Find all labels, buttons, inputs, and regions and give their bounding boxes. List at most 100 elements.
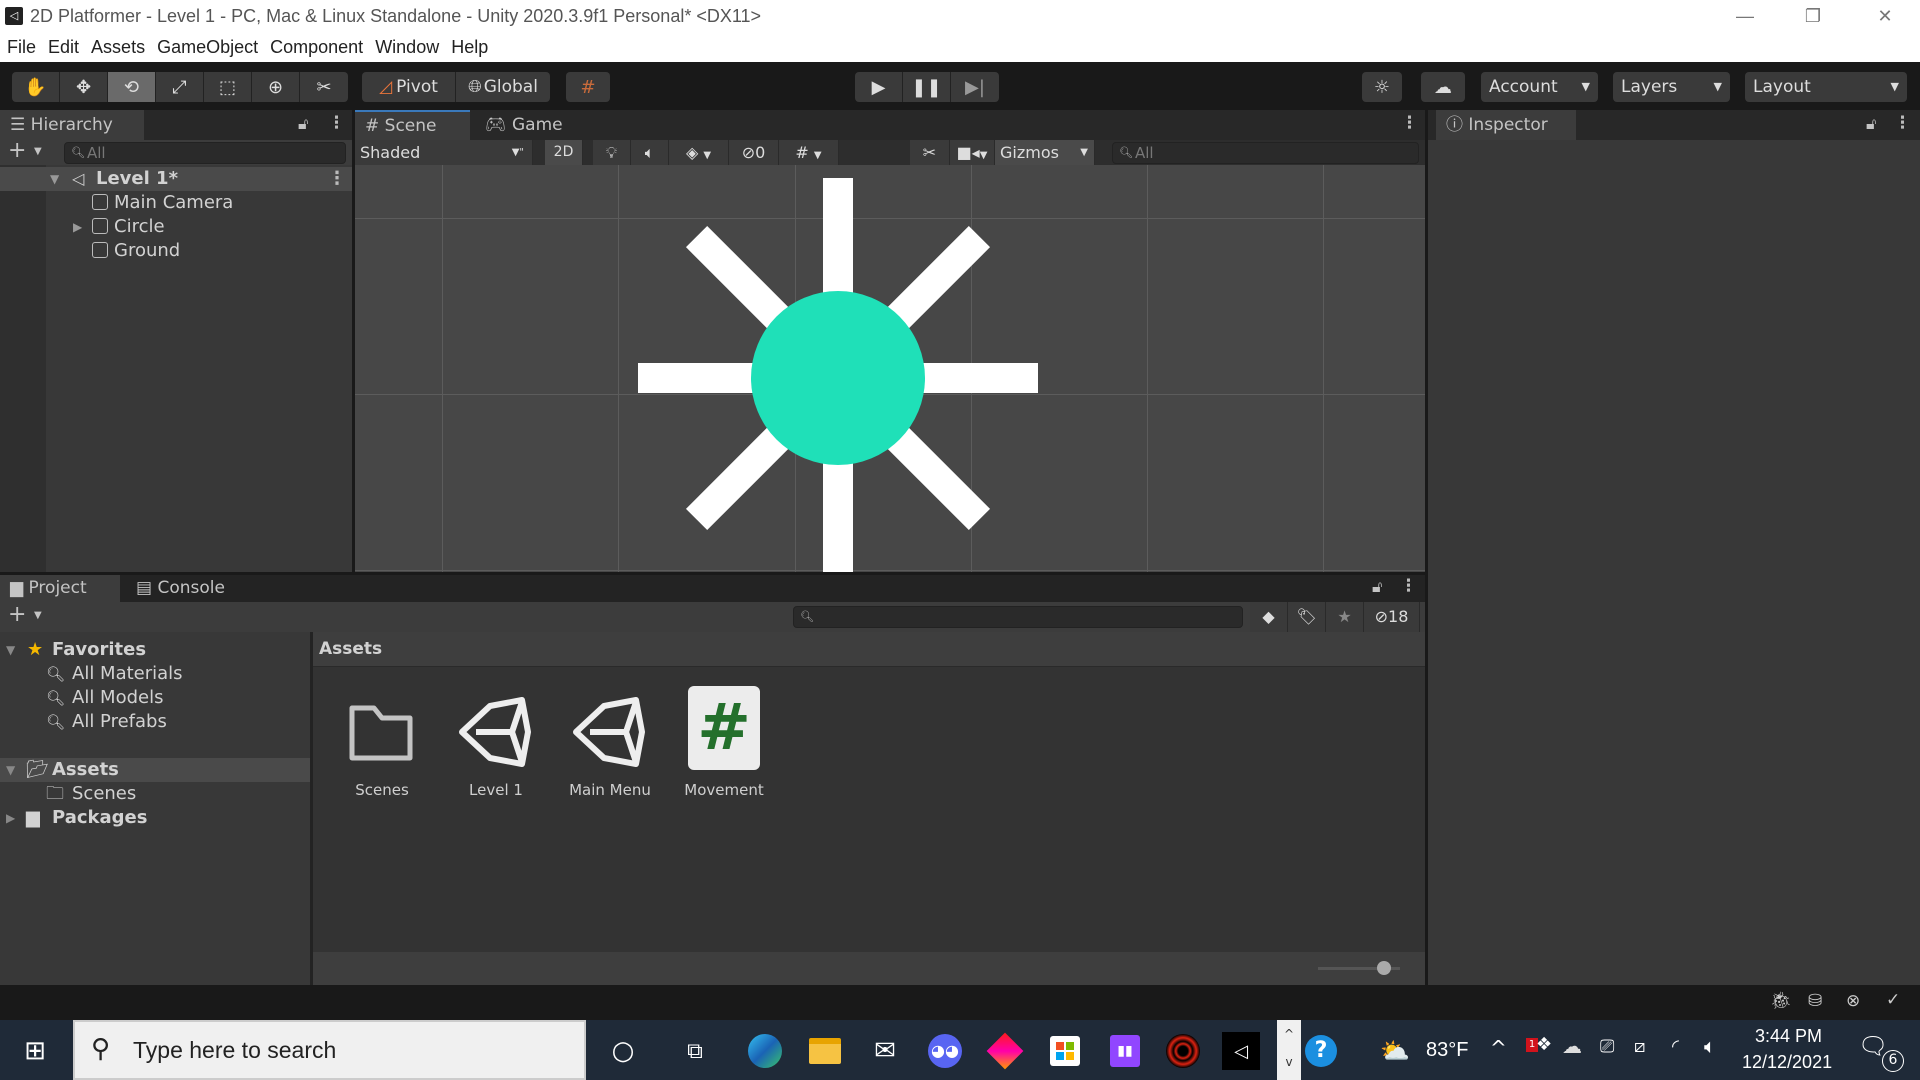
onedrive-icon[interactable]: ☁ (1562, 1034, 1582, 1058)
project-search-input[interactable]: 🔍︎ (793, 606, 1243, 628)
hierarchy-item[interactable]: Ground (0, 239, 352, 263)
expand-arrow-icon[interactable]: ▼ (6, 638, 15, 662)
rect-tool-icon[interactable]: ⬚ (204, 72, 252, 102)
layout-dropdown[interactable]: Layout ▼ (1745, 72, 1907, 102)
show-hidden-icons[interactable]: ^ (1490, 1036, 1507, 1060)
twitch-icon[interactable]: ▮▮ (1106, 1032, 1144, 1070)
microsoft-store-icon[interactable] (1046, 1032, 1084, 1070)
expand-arrow-icon[interactable]: ▼ (50, 167, 59, 191)
lock-icon[interactable]: 🔓︎ (298, 114, 308, 134)
tab-console[interactable]: ▤ Console (126, 575, 246, 602)
favorites-row[interactable]: ▼ ★ Favorites (0, 638, 310, 662)
packages-folder-row[interactable]: ▶ ▆ Packages (0, 806, 310, 830)
weather-temp[interactable]: 83°F (1426, 1039, 1468, 1062)
expand-arrow-icon[interactable]: ▼ (6, 758, 15, 782)
wifi-icon[interactable]: ◜ (1672, 1036, 1679, 1057)
favorite-item[interactable]: 🔍︎ All Materials (0, 662, 310, 686)
hierarchy-item[interactable]: ▶ Circle (0, 215, 352, 239)
menu-assets[interactable]: Assets (84, 33, 150, 58)
expand-arrow-icon[interactable]: ▶ (6, 806, 15, 830)
effects-dropdown[interactable]: ◈ ▼ (669, 140, 729, 165)
task-view-icon[interactable]: ⧉ (676, 1032, 714, 1070)
grid-snap-icon[interactable]: # (566, 72, 610, 102)
favorite-star-icon[interactable]: ★ (1326, 602, 1364, 632)
discord-icon[interactable]: ◕◕ (926, 1032, 964, 1070)
menu-gameobject[interactable]: GameObject (150, 33, 263, 58)
asset-item[interactable]: Main Menu (555, 686, 665, 799)
menu-help[interactable]: Help (444, 33, 493, 58)
taskbar-scroll[interactable]: ^ v (1277, 1020, 1301, 1080)
asset-item[interactable]: # Movement (669, 686, 779, 799)
grid-dropdown[interactable]: # ▼ (779, 140, 839, 165)
clock-date[interactable]: 12/12/2021 (1742, 1052, 1832, 1073)
assets-breadcrumb[interactable]: Assets (313, 632, 1425, 667)
menu-edit[interactable]: Edit (41, 33, 84, 58)
icon-size-slider-handle[interactable] (1376, 961, 1391, 975)
volume-icon[interactable]: 🔈︎ (1704, 1034, 1716, 1058)
check-circle-icon[interactable]: ✓ (1886, 990, 1900, 1010)
play-icon[interactable]: ▶ (855, 72, 903, 102)
assets-folder-row[interactable]: ▼ 📂︎ Assets (0, 758, 310, 782)
edge-icon[interactable] (746, 1032, 784, 1070)
shading-mode-dropdown[interactable]: Shaded ▼" (355, 140, 533, 165)
hierarchy-search-input[interactable]: 🔍︎ All (64, 142, 346, 164)
move-tool-icon[interactable]: ✥ (60, 72, 108, 102)
audio-toggle-icon[interactable]: 🔈︎ (631, 140, 669, 165)
windows-start-icon[interactable]: ⊞ (16, 1032, 54, 1070)
menu-file[interactable]: File (0, 33, 41, 58)
tools-icon[interactable]: ✂ (910, 140, 950, 165)
hidden-packages-toggle[interactable]: ⊘18 (1364, 602, 1420, 632)
hierarchy-item[interactable]: Main Camera (0, 191, 352, 215)
more-options-icon[interactable]: ⋮ (328, 113, 345, 133)
services-icon[interactable]: ☼ (1362, 72, 1402, 102)
tab-project[interactable]: ▆ Project (0, 575, 120, 602)
layers-dropdown[interactable]: Layers ▼ (1613, 72, 1730, 102)
account-dropdown[interactable]: Account ▼ (1481, 72, 1598, 102)
more-options-icon[interactable]: ⋮ (1401, 113, 1418, 133)
global-toggle[interactable]: 🌐︎ Global (456, 72, 550, 102)
circle-sprite[interactable] (751, 291, 925, 465)
unity-taskbar-icon[interactable]: ◁ (1222, 1032, 1260, 1070)
more-options-icon[interactable]: ⋮ (1894, 113, 1911, 133)
chevron-down-icon[interactable]: ▼ (34, 610, 42, 621)
scene-viewport[interactable] (355, 165, 1425, 572)
camera-dropdown[interactable]: ■◂▼ (950, 140, 995, 165)
red-diamond-app-icon[interactable] (986, 1032, 1024, 1070)
tab-scene[interactable]: # Scene (355, 110, 470, 140)
more-options-icon[interactable]: ⋮ (1400, 576, 1417, 596)
auto-refresh-off-icon[interactable]: ⊗ (1846, 991, 1860, 1011)
restore-button[interactable]: ❐ (1778, 0, 1848, 33)
debug-off-icon[interactable]: 🐞︎ (1770, 991, 1792, 1011)
hidden-objects-toggle[interactable]: ⊘0 (729, 140, 779, 165)
close-button[interactable]: ✕ (1850, 0, 1920, 33)
tab-hierarchy[interactable]: ☰ Hierarchy (0, 110, 144, 140)
mail-icon[interactable]: ✉ (866, 1032, 904, 1070)
menu-window[interactable]: Window (368, 33, 444, 58)
add-icon[interactable]: + (8, 138, 26, 163)
weather-icon[interactable]: ⛅ (1376, 1032, 1414, 1070)
rotate-tool-icon[interactable]: ⟲ (108, 72, 156, 102)
custom-tool-icon[interactable]: ✂ (300, 72, 348, 102)
scale-tool-icon[interactable]: ⤢ (156, 72, 204, 102)
spiral-101-app-icon[interactable] (1164, 1032, 1202, 1070)
expand-arrow-icon[interactable]: ▶ (73, 215, 82, 239)
tab-game[interactable]: 🎮︎ Game (475, 110, 575, 140)
menu-component[interactable]: Component (263, 33, 368, 58)
lighting-toggle-icon[interactable]: 💡︎ (593, 140, 631, 165)
taskbar-search-box[interactable]: ⚲ Type here to search (73, 1020, 586, 1080)
help-info-icon[interactable]: ? (1302, 1032, 1340, 1070)
favorite-item[interactable]: 🔍︎ All Prefabs (0, 710, 310, 734)
file-explorer-icon[interactable] (806, 1032, 844, 1070)
scene-search-input[interactable]: 🔍︎ All (1112, 142, 1419, 164)
step-icon[interactable]: ▶| (951, 72, 999, 102)
hand-tool-icon[interactable]: ✋ (12, 72, 60, 102)
2d-toggle[interactable]: 2D (545, 140, 583, 165)
minimize-button[interactable]: — (1710, 0, 1780, 33)
tab-inspector[interactable]: ⓘ Inspector (1436, 110, 1576, 140)
asset-item[interactable]: Scenes (327, 686, 437, 799)
favorite-item[interactable]: 🔍︎ All Models (0, 686, 310, 710)
dropbox-icon[interactable]: ❖ (1536, 1034, 1552, 1055)
pause-icon[interactable]: ❚❚ (903, 72, 951, 102)
clock-time[interactable]: 3:44 PM (1755, 1026, 1822, 1047)
search-by-type-icon[interactable]: ◆ (1250, 602, 1288, 632)
